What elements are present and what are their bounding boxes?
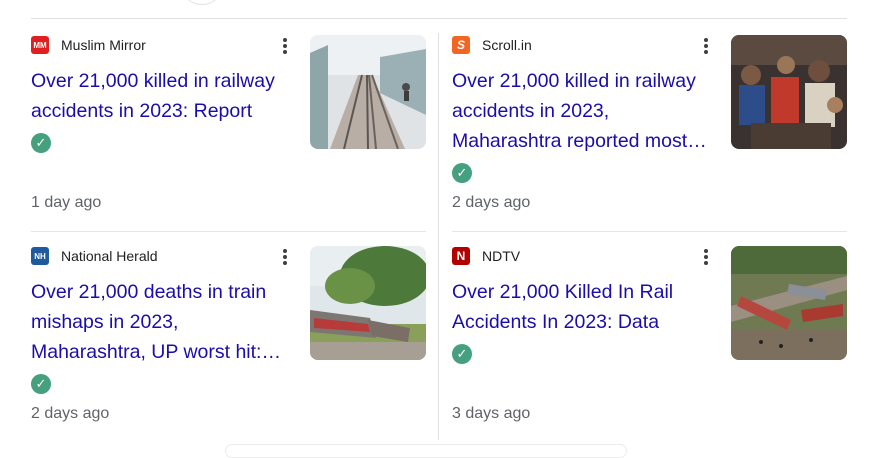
card-divider	[31, 231, 426, 232]
timestamp: 2 days ago	[452, 194, 531, 211]
source-row: N NDTV	[452, 245, 520, 267]
top-divider	[31, 18, 847, 19]
source-favicon-icon: N	[452, 247, 470, 265]
source-name: NDTV	[482, 248, 521, 264]
more-options-icon[interactable]	[277, 247, 293, 267]
timestamp: 2 days ago	[31, 405, 110, 422]
source-favicon-icon: NH	[31, 247, 49, 265]
headline-link[interactable]: Over 21,000 Killed In Rail Accidents In …	[452, 277, 716, 367]
timestamp: 1 day ago	[31, 194, 102, 211]
news-card[interactable]: MM Muslim Mirror Over 21,000 killed in r…	[31, 34, 426, 232]
news-card[interactable]: N NDTV Over 21,000 Killed In Rail Accide…	[452, 245, 847, 443]
source-name: Muslim Mirror	[61, 37, 146, 53]
news-card[interactable]: S Scroll.in Over 21,000 killed in railwa…	[452, 34, 847, 232]
more-options-icon[interactable]	[277, 36, 293, 56]
source-row: S Scroll.in	[452, 34, 532, 56]
column-divider	[438, 33, 439, 440]
more-news-button[interactable]	[225, 444, 627, 458]
source-favicon-icon: S	[452, 36, 470, 54]
verified-check-icon: ✓	[31, 373, 51, 394]
verified-check-icon: ✓	[452, 343, 472, 364]
source-row: MM Muslim Mirror	[31, 34, 146, 56]
timestamp: 3 days ago	[452, 405, 531, 422]
railway-track-image[interactable]	[310, 35, 426, 149]
more-options-icon[interactable]	[698, 36, 714, 56]
source-name: National Herald	[61, 248, 158, 264]
more-options-icon[interactable]	[698, 247, 714, 267]
news-card[interactable]: NH National Herald Over 21,000 deaths in…	[31, 245, 426, 443]
derailed-train-image[interactable]	[310, 246, 426, 360]
headline-link[interactable]: Over 21,000 deaths in train mishaps in 2…	[31, 277, 295, 397]
top-scroll-edge	[186, 0, 218, 5]
train-wreck-aerial-image[interactable]	[731, 246, 847, 360]
card-divider	[452, 231, 847, 232]
crowd-image[interactable]	[731, 35, 847, 149]
source-name: Scroll.in	[482, 37, 532, 53]
source-row: NH National Herald	[31, 245, 158, 267]
verified-check-icon: ✓	[452, 162, 472, 183]
verified-check-icon: ✓	[31, 132, 51, 153]
headline-link[interactable]: Over 21,000 killed in railway accidents …	[452, 66, 716, 186]
source-favicon-icon: MM	[31, 36, 49, 54]
headline-link[interactable]: Over 21,000 killed in railway accidents …	[31, 66, 295, 156]
